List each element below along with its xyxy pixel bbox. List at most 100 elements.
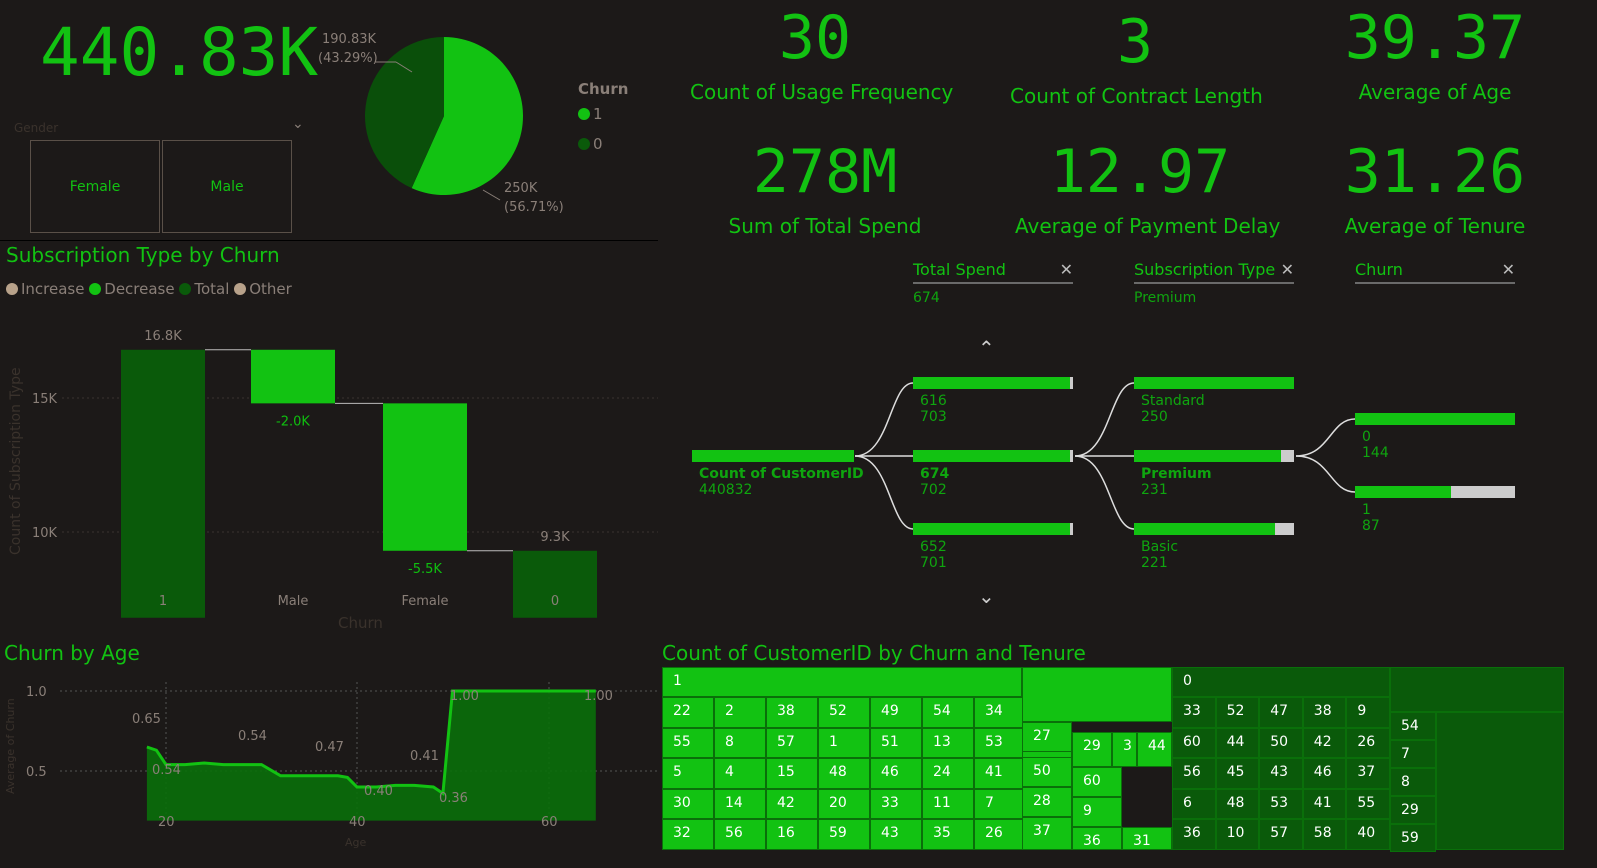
decomp-root-bar[interactable]: [692, 450, 854, 462]
treemap-cell[interactable]: 11: [922, 788, 974, 819]
treemap-cell[interactable]: 9: [1072, 797, 1122, 827]
treemap-cell[interactable]: 59: [818, 819, 870, 850]
treemap-cell[interactable]: 35: [922, 819, 974, 850]
treemap-cell[interactable]: [1390, 667, 1564, 712]
treemap-cell[interactable]: 14: [714, 788, 766, 819]
treemap-cell[interactable]: 29: [1072, 732, 1112, 767]
treemap-cell[interactable]: 38: [766, 697, 818, 728]
treemap-cell[interactable]: 56: [714, 819, 766, 850]
decomp-header-subscription-type[interactable]: Subscription Type ✕: [1134, 260, 1294, 284]
treemap-cell[interactable]: 52: [1215, 697, 1260, 728]
treemap-cell[interactable]: 37: [1022, 817, 1072, 850]
treemap-cell[interactable]: 58: [1302, 819, 1347, 850]
treemap-cell[interactable]: 36: [1172, 819, 1216, 850]
treemap-cell[interactable]: 8: [1390, 768, 1436, 796]
treemap-cell[interactable]: 57: [1259, 819, 1303, 850]
treemap-cell[interactable]: 16: [766, 819, 818, 850]
treemap-cell[interactable]: [1436, 712, 1564, 850]
treemap-cell[interactable]: 6: [1172, 788, 1216, 819]
decomp-l2-bar-basic[interactable]: [1134, 523, 1294, 535]
treemap-cell[interactable]: 59: [1390, 824, 1436, 852]
treemap-cell[interactable]: 31: [1122, 827, 1172, 850]
decomp-l3-bar-1[interactable]: [1355, 486, 1515, 498]
treemap-cell[interactable]: 8: [714, 727, 766, 758]
treemap-cell[interactable]: 13: [922, 727, 974, 758]
treemap-cell[interactable]: 49: [870, 697, 922, 728]
treemap-cell[interactable]: 26: [974, 819, 1026, 850]
decomp-header-churn[interactable]: Churn ✕: [1355, 260, 1515, 284]
decomp-l2-bar-standard[interactable]: [1134, 377, 1294, 389]
legend-item-decrease[interactable]: Decrease: [89, 280, 175, 298]
treemap-cell[interactable]: 32: [662, 819, 714, 850]
decomp-l1-bar-616[interactable]: [913, 377, 1073, 389]
legend-item-increase[interactable]: Increase: [6, 280, 84, 298]
treemap-cell[interactable]: 38: [1302, 697, 1347, 728]
treemap-cell[interactable]: 41: [974, 758, 1026, 789]
treemap-cell[interactable]: 56: [1172, 758, 1216, 789]
treemap-cell[interactable]: 50: [1022, 757, 1072, 787]
decomp-l2-bar-premium[interactable]: [1134, 450, 1294, 462]
treemap-cell[interactable]: 53: [974, 727, 1026, 758]
treemap-cell[interactable]: 27: [1022, 722, 1072, 752]
treemap-cell[interactable]: 34: [974, 697, 1026, 728]
treemap-cell[interactable]: 1: [662, 667, 1022, 697]
treemap-cell[interactable]: 7: [1390, 740, 1436, 768]
treemap-cell[interactable]: 55: [662, 727, 714, 758]
treemap-cell[interactable]: 36: [1072, 827, 1122, 850]
decomp-l3-bar-0[interactable]: [1355, 413, 1515, 425]
treemap-cell[interactable]: 48: [1215, 788, 1260, 819]
treemap-cell[interactable]: 42: [1302, 727, 1347, 758]
decomp-header-total-spend[interactable]: Total Spend ✕: [913, 260, 1073, 284]
treemap-cell[interactable]: 33: [1172, 697, 1216, 728]
treemap-cell[interactable]: 1: [818, 727, 870, 758]
treemap-cell[interactable]: 54: [1390, 712, 1436, 740]
slicer-option-female[interactable]: Female: [30, 140, 160, 233]
treemap-cell[interactable]: 51: [870, 727, 922, 758]
waterfall-bar-female[interactable]: [383, 403, 467, 551]
pie-legend-item-1[interactable]: 1: [578, 105, 603, 123]
close-icon[interactable]: ✕: [1281, 260, 1294, 279]
treemap-cell[interactable]: 37: [1346, 758, 1390, 789]
treemap-cell[interactable]: 5: [662, 758, 714, 789]
waterfall-bar-male[interactable]: [251, 349, 335, 404]
treemap-cell[interactable]: 4: [714, 758, 766, 789]
decomp-l1-bar-674[interactable]: [913, 450, 1073, 462]
churn-pie-chart[interactable]: 190.83K (43.29%) 250K (56.71%): [300, 20, 660, 220]
treemap-cell[interactable]: 43: [1259, 758, 1303, 789]
treemap-cell[interactable]: 44: [1215, 727, 1260, 758]
treemap-cell[interactable]: 30: [662, 788, 714, 819]
churn-by-age-chart[interactable]: Average of Churn 1.0 0.5 0.65 0.54 0.54 …: [0, 664, 658, 868]
treemap-cell[interactable]: 46: [870, 758, 922, 789]
treemap-cell[interactable]: 29: [1390, 796, 1436, 824]
treemap-cell[interactable]: 3: [1112, 732, 1137, 767]
treemap-cell[interactable]: 7: [974, 788, 1026, 819]
close-icon[interactable]: ✕: [1060, 260, 1073, 279]
treemap-cell[interactable]: 2: [714, 697, 766, 728]
treemap-cell[interactable]: 60: [1172, 727, 1216, 758]
treemap-cell[interactable]: 42: [766, 788, 818, 819]
treemap-cell[interactable]: 48: [818, 758, 870, 789]
legend-item-total[interactable]: Total: [179, 280, 229, 298]
treemap-cell[interactable]: 45: [1215, 758, 1260, 789]
legend-item-other[interactable]: Other: [234, 280, 292, 298]
treemap-cell[interactable]: 24: [922, 758, 974, 789]
treemap-cell[interactable]: 41: [1302, 788, 1347, 819]
waterfall-bar-1[interactable]: [121, 349, 205, 618]
waterfall-chart[interactable]: Count of Subscription Type 15K 10K 16.8K…: [0, 300, 658, 640]
treemap-cell[interactable]: 44: [1137, 732, 1172, 767]
treemap-cell[interactable]: 15: [766, 758, 818, 789]
treemap-cell[interactable]: 0: [1172, 667, 1390, 697]
pie-legend-item-0[interactable]: 0: [578, 135, 603, 153]
treemap-cell[interactable]: 53: [1259, 788, 1303, 819]
chevron-up-icon[interactable]: ⌃: [978, 336, 995, 360]
treemap-cell[interactable]: 50: [1259, 727, 1303, 758]
treemap-cell[interactable]: 22: [662, 697, 714, 728]
treemap-cell[interactable]: 47: [1259, 697, 1303, 728]
decomp-l1-bar-652[interactable]: [913, 523, 1073, 535]
treemap-cell[interactable]: 10: [1215, 819, 1260, 850]
treemap-cell[interactable]: 33: [870, 788, 922, 819]
treemap-cell[interactable]: 57: [766, 727, 818, 758]
slicer-option-male[interactable]: Male: [162, 140, 292, 233]
treemap-cell[interactable]: 60: [1072, 767, 1122, 797]
treemap-cell[interactable]: 20: [818, 788, 870, 819]
